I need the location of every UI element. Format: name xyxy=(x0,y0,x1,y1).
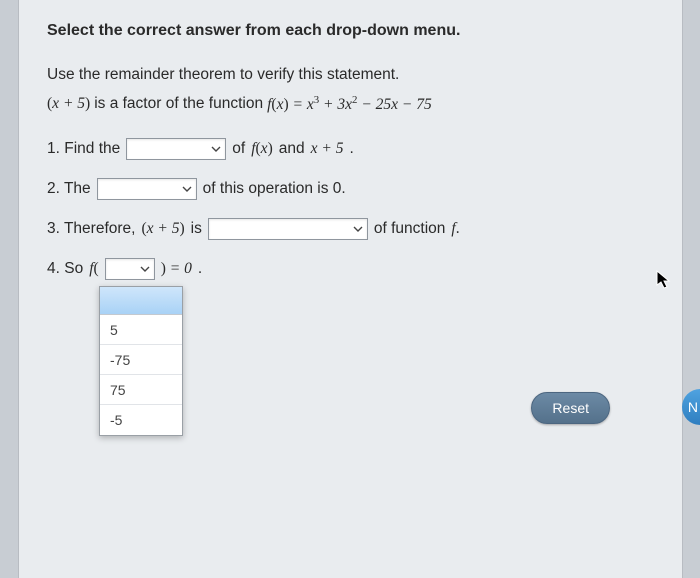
step4-f-open: f( xyxy=(89,260,98,278)
step3-f: f. xyxy=(451,220,459,238)
question-panel: Select the correct answer from each drop… xyxy=(18,0,683,578)
step3-is: is xyxy=(191,220,202,238)
step1-dropdown[interactable] xyxy=(126,138,226,160)
step4-dropdown-list[interactable]: 5 -75 75 -5 xyxy=(99,286,183,436)
step1-and: and xyxy=(279,140,305,158)
step2-post: of this operation is 0. xyxy=(203,180,346,198)
next-button-fragment[interactable]: N xyxy=(682,389,700,425)
dropdown-option[interactable]: 75 xyxy=(100,375,182,405)
step-1: 1. Find the of f(x) and x + 5 . xyxy=(47,138,654,160)
chevron-down-icon xyxy=(138,264,152,274)
dropdown-option[interactable]: -5 xyxy=(100,405,182,435)
chevron-down-icon xyxy=(351,224,365,234)
step4-dropdown[interactable] xyxy=(105,258,155,280)
step2-dropdown[interactable] xyxy=(97,178,197,200)
dropdown-option[interactable]: -75 xyxy=(100,345,182,375)
step4-pre: 4. So xyxy=(47,260,83,278)
step-4: 4. So f( ) = 0 . xyxy=(47,258,654,280)
factor-binomial: (x + 5) xyxy=(47,95,90,113)
step-3: 3. Therefore, (x + 5) is of function f. xyxy=(47,218,654,240)
step1-dot: . xyxy=(349,140,353,158)
dropdown-option-blank[interactable] xyxy=(100,287,182,315)
function-def: f(x) = x3 + 3x2 − 25x − 75 xyxy=(267,94,432,114)
step3-pre: 3. Therefore, xyxy=(47,220,135,238)
statement-intro: Use the remainder theorem to verify this… xyxy=(47,66,654,84)
reset-button[interactable]: Reset xyxy=(531,392,610,424)
is-factor-text: is a factor of the function xyxy=(94,95,263,113)
step2-pre: 2. The xyxy=(47,180,91,198)
step3-post: of function xyxy=(374,220,446,238)
dropdown-option[interactable]: 5 xyxy=(100,315,182,345)
chevron-down-icon xyxy=(209,144,223,154)
step1-of: of xyxy=(232,140,245,158)
cursor-icon xyxy=(656,270,672,295)
step3-xp5: (x + 5) xyxy=(141,220,184,238)
step3-dropdown[interactable] xyxy=(208,218,368,240)
instruction-text: Select the correct answer from each drop… xyxy=(47,22,654,40)
step1-fx: f(x) xyxy=(251,140,273,158)
step4-close-eq: ) = 0 xyxy=(161,260,192,278)
step1-xp5: x + 5 xyxy=(311,140,344,158)
step4-dot: . xyxy=(198,260,202,278)
step-2: 2. The of this operation is 0. xyxy=(47,178,654,200)
step1-pre: 1. Find the xyxy=(47,140,120,158)
chevron-down-icon xyxy=(180,184,194,194)
statement-expression: (x + 5) is a factor of the function f(x)… xyxy=(47,94,654,114)
